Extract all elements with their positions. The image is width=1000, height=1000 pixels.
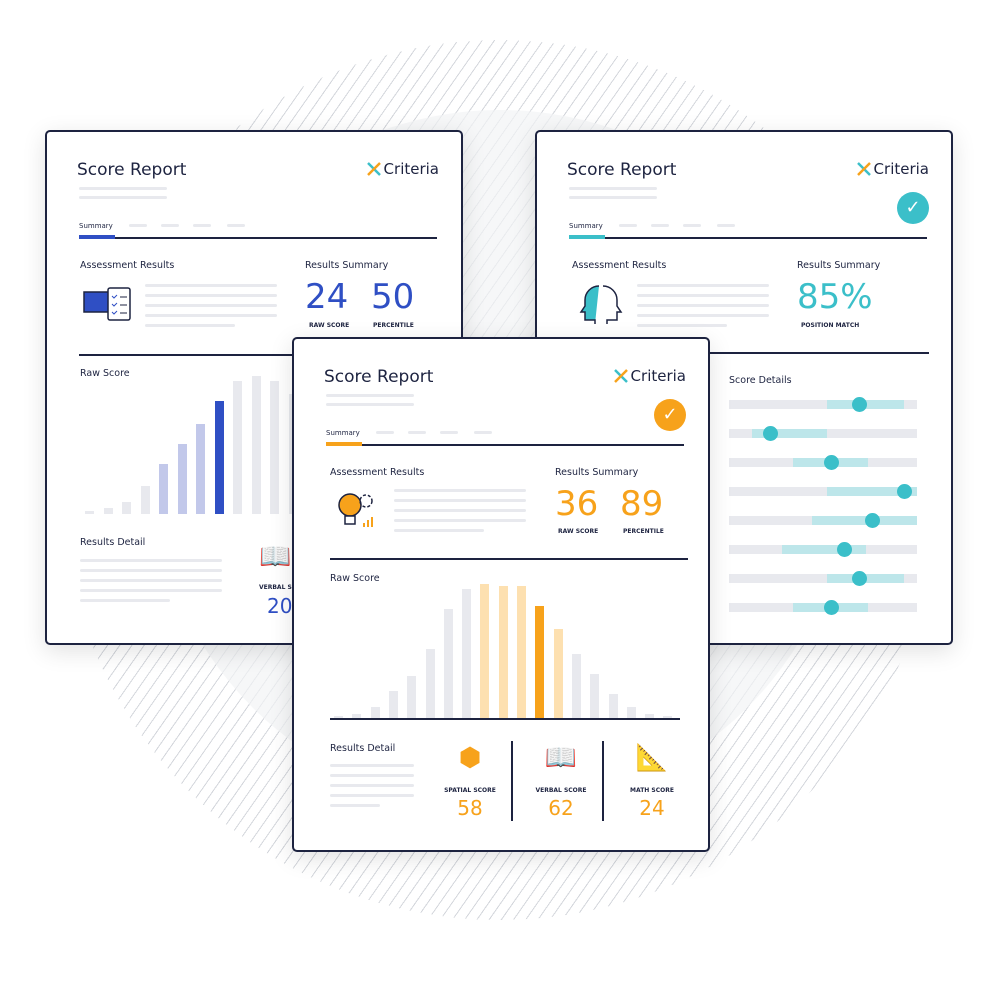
heads-profile-icon bbox=[577, 282, 625, 330]
score-dot bbox=[864, 513, 880, 528]
tab-summary[interactable]: Summary bbox=[326, 429, 360, 437]
card-title: Score Report bbox=[567, 160, 677, 180]
score-slider bbox=[729, 455, 917, 470]
computer-checklist-icon bbox=[82, 286, 134, 322]
score-slider bbox=[729, 397, 917, 412]
chart-bar bbox=[196, 424, 205, 514]
chart-bar bbox=[85, 511, 94, 514]
score-item: 📖 VERBAL SCORE 62 bbox=[525, 743, 597, 820]
summary-heading: Results Summary bbox=[555, 467, 639, 478]
score-dot bbox=[851, 397, 867, 412]
score-dot bbox=[896, 484, 912, 499]
chart-bar bbox=[553, 629, 563, 719]
detail-heading: Results Detail bbox=[80, 537, 146, 548]
tab-indicator bbox=[326, 442, 362, 446]
score-value: 24 bbox=[639, 796, 665, 820]
score-value: 62 bbox=[548, 796, 574, 820]
score-dot bbox=[763, 426, 779, 441]
raw-score-value: 36 bbox=[555, 484, 599, 524]
score-value: 58 bbox=[457, 796, 483, 820]
score-dot bbox=[836, 542, 852, 557]
score-slider bbox=[729, 484, 917, 499]
score-item: ⬢ SPATIAL SCORE 58 bbox=[434, 743, 506, 820]
book-chat-icon: 📖 bbox=[259, 542, 292, 572]
score-label: SPATIAL SCORE bbox=[444, 787, 496, 794]
score-slider bbox=[729, 571, 917, 586]
chart-bar bbox=[498, 586, 508, 719]
score-range bbox=[781, 545, 867, 554]
chart-bar bbox=[571, 654, 581, 719]
chart-bar bbox=[388, 691, 398, 719]
score-slider bbox=[729, 542, 917, 557]
criteria-logo: Criteria bbox=[856, 160, 929, 178]
percentile-value: 89 bbox=[620, 484, 664, 524]
check-icon: ✓ bbox=[654, 399, 686, 431]
chart-bar bbox=[214, 401, 224, 514]
chart-bar bbox=[251, 376, 261, 514]
raw-score-chart bbox=[334, 577, 684, 719]
assessment-heading: Assessment Results bbox=[330, 467, 425, 478]
score-item: 📐 MATH SCORE 24 bbox=[616, 743, 688, 820]
score-dot bbox=[823, 600, 839, 615]
tab-indicator bbox=[79, 235, 115, 239]
chart-bar bbox=[535, 606, 545, 719]
score-dot bbox=[823, 455, 839, 470]
chart-bar bbox=[608, 694, 618, 719]
detail-heading: Results Detail bbox=[330, 743, 396, 754]
chart-bar bbox=[407, 676, 417, 719]
chart-bar bbox=[140, 486, 150, 514]
chart-bar bbox=[425, 649, 435, 719]
raw-score-value: 24 bbox=[305, 277, 349, 317]
position-match-value: 85% bbox=[797, 277, 873, 317]
chart-bar bbox=[122, 502, 131, 514]
details-heading: Score Details bbox=[729, 375, 792, 386]
summary-heading: Results Summary bbox=[305, 260, 389, 271]
card-title: Score Report bbox=[324, 367, 434, 387]
assessment-heading: Assessment Results bbox=[572, 260, 667, 271]
score-report-card-front: Score Report Criteria ✓ Summary Assessme… bbox=[292, 337, 710, 852]
chart-bar bbox=[103, 508, 113, 514]
score-slider bbox=[729, 513, 917, 528]
tab-summary[interactable]: Summary bbox=[79, 222, 113, 230]
criteria-logo: Criteria bbox=[613, 367, 686, 385]
score-slider bbox=[729, 426, 917, 441]
score-label: MATH SCORE bbox=[630, 787, 674, 794]
chart-bar bbox=[443, 609, 453, 719]
lightbulb-gear-icon bbox=[334, 489, 378, 537]
criteria-logo: Criteria bbox=[366, 160, 439, 178]
math-board-icon: 📐 bbox=[635, 743, 669, 773]
score-label: VERBAL SCORE bbox=[535, 787, 587, 794]
chart-bar bbox=[590, 674, 600, 719]
chart-bar bbox=[159, 464, 168, 514]
chart-bar bbox=[462, 589, 472, 719]
criteria-logo-icon bbox=[856, 162, 871, 176]
assessment-heading: Assessment Results bbox=[80, 260, 175, 271]
card-title: Score Report bbox=[77, 160, 187, 180]
chart-bar bbox=[480, 584, 490, 719]
percentile-value: 50 bbox=[371, 277, 415, 317]
chart-bar bbox=[233, 381, 242, 514]
tab-indicator bbox=[569, 235, 605, 239]
chart-bar bbox=[177, 444, 187, 514]
criteria-logo-icon bbox=[613, 369, 628, 383]
blocks-gear-icon: ⬢ bbox=[458, 743, 482, 773]
book-chat-icon: 📖 bbox=[544, 743, 578, 773]
chart-bar bbox=[517, 586, 526, 719]
verbal-score-value: 20 bbox=[267, 594, 293, 618]
criteria-logo-icon bbox=[366, 162, 381, 176]
summary-heading: Results Summary bbox=[797, 260, 881, 271]
tab-summary[interactable]: Summary bbox=[569, 222, 603, 230]
score-dot bbox=[851, 571, 867, 586]
check-icon: ✓ bbox=[897, 192, 929, 224]
chart-bar bbox=[270, 381, 279, 514]
score-slider bbox=[729, 600, 917, 615]
